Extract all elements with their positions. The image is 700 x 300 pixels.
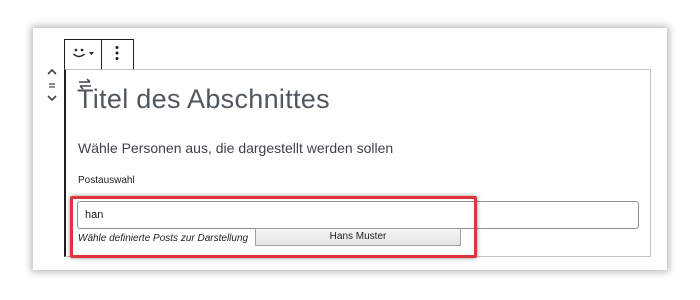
editor-frame: Titel des Abschnittes Wähle Personen aus…: [33, 28, 667, 270]
suggestion-item[interactable]: Hans Muster: [255, 228, 461, 246]
chevron-down-icon[interactable]: [45, 92, 59, 106]
block-options-button[interactable]: [101, 40, 133, 70]
chevron-up-icon[interactable]: [45, 66, 59, 80]
block-description: Wähle Personen aus, die dargestellt werd…: [78, 140, 394, 156]
post-select-label: Postauswahl: [78, 175, 135, 186]
post-select-hint: Wähle definierte Posts zur Darstellung: [78, 233, 249, 244]
post-search-input[interactable]: [77, 201, 639, 229]
block-mover: [45, 66, 59, 116]
block-type-button[interactable]: [65, 40, 102, 70]
drag-handle-icon[interactable]: [45, 80, 59, 92]
person-selection-block[interactable]: Titel des Abschnittes Wähle Personen aus…: [64, 69, 651, 257]
section-title[interactable]: Titel des Abschnittes: [77, 84, 330, 115]
vertical-ellipsis-icon: [115, 45, 119, 66]
block-toolbar: [64, 39, 134, 70]
smiley-icon: [71, 46, 95, 65]
